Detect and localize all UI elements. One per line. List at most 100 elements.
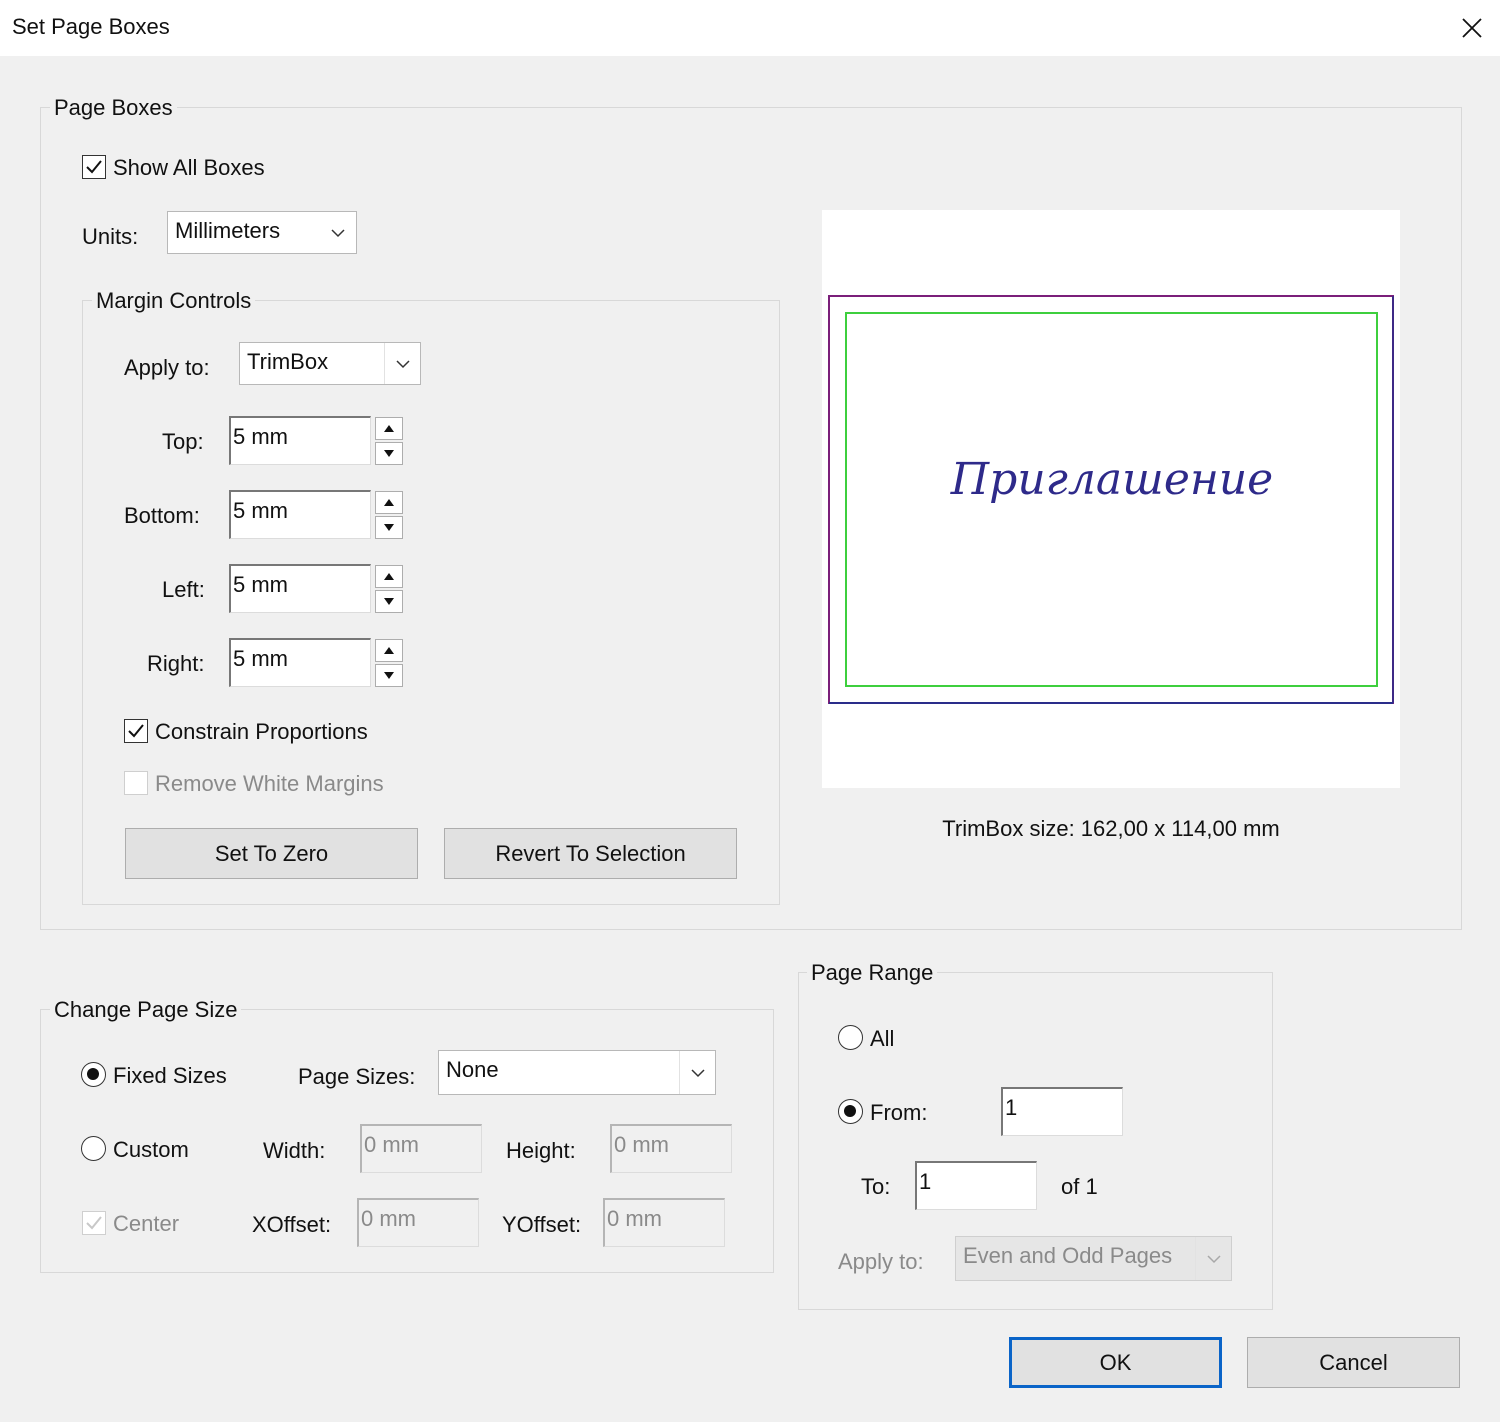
chevron-down-icon [690,1068,705,1077]
bottom-increment-button[interactable] [375,491,403,514]
xoffset-label: XOffset: [252,1212,332,1237]
to-value: 1 [919,1169,932,1194]
window-title: Set Page Boxes [12,14,170,39]
change-page-size-group-label: Change Page Size [50,997,242,1023]
top-increment-button[interactable] [375,417,403,440]
right-label: Right: [147,651,205,676]
chevron-down-icon [395,359,410,368]
left-decrement-button[interactable] [375,590,403,613]
constrain-proportions-checkbox[interactable] [124,719,148,743]
arrow-up-icon [384,499,394,506]
right-decrement-button[interactable] [375,664,403,687]
title-bar: Set Page Boxes [0,0,1500,56]
arrow-up-icon [384,425,394,432]
apply-to-value: TrimBox [247,349,329,374]
page-count-text: of 1 [1061,1174,1098,1199]
custom-radio[interactable] [81,1136,106,1161]
top-decrement-button[interactable] [375,442,403,465]
page-preview: Приглашение [822,210,1400,788]
custom-label[interactable]: Custom [113,1137,189,1163]
preview-page-text: Приглашение [950,454,1274,505]
from-input[interactable]: 1 [1001,1087,1123,1136]
arrow-up-icon [384,647,394,654]
close-button[interactable] [1444,0,1500,56]
arrow-down-icon [384,598,394,605]
page-range-group-label: Page Range [807,960,938,986]
fixed-sizes-radio[interactable] [81,1062,106,1087]
set-to-zero-button[interactable]: Set To Zero [125,828,418,879]
width-input: 0 mm [360,1124,482,1173]
height-value: 0 mm [614,1132,669,1157]
bottom-value: 5 mm [233,498,288,523]
fixed-sizes-label[interactable]: Fixed Sizes [113,1063,227,1089]
close-icon [1462,18,1482,38]
margin-controls-group-label: Margin Controls [92,288,256,314]
arrow-down-icon [384,524,394,531]
units-select[interactable]: Millimeters [167,211,357,254]
remove-white-margins-checkbox [124,771,148,795]
all-pages-label[interactable]: All [870,1026,894,1052]
checkmark-icon [86,1216,102,1230]
checkmark-icon [128,724,144,738]
from-label[interactable]: From: [870,1100,927,1126]
apply-to-select[interactable]: TrimBox [239,342,421,385]
ok-button[interactable]: OK [1009,1337,1222,1388]
height-input: 0 mm [610,1124,732,1173]
arrow-down-icon [384,672,394,679]
right-increment-button[interactable] [375,639,403,662]
from-value: 1 [1005,1095,1018,1120]
units-value: Millimeters [175,218,281,243]
show-all-boxes-label[interactable]: Show All Boxes [113,155,265,181]
top-input[interactable]: 5 mm [229,416,371,465]
trimbox-size-text: TrimBox size: 162,00 x 114,00 mm [942,816,1280,841]
from-radio[interactable] [838,1099,863,1124]
range-apply-to-select: Even and Odd Pages [955,1236,1232,1281]
chevron-down-icon [1206,1254,1221,1263]
bottom-stepper[interactable] [375,491,403,539]
arrow-up-icon [384,573,394,580]
cancel-button[interactable]: Cancel [1247,1337,1460,1388]
range-apply-to-value: Even and Odd Pages [963,1243,1173,1268]
page-boxes-group-label: Page Boxes [50,95,177,121]
range-apply-to-label: Apply to: [838,1249,924,1274]
xoffset-value: 0 mm [361,1206,416,1231]
left-value: 5 mm [233,572,288,597]
width-value: 0 mm [364,1132,419,1157]
constrain-proportions-label[interactable]: Constrain Proportions [155,719,368,745]
to-label: To: [861,1174,891,1199]
right-input[interactable]: 5 mm [229,638,371,687]
bottom-label: Bottom: [124,503,200,528]
yoffset-input: 0 mm [603,1198,725,1247]
page-sizes-label: Page Sizes: [298,1064,416,1089]
left-input[interactable]: 5 mm [229,564,371,613]
arrow-down-icon [384,450,394,457]
show-all-boxes-checkbox[interactable] [82,155,106,179]
remove-white-margins-label: Remove White Margins [155,771,384,796]
height-label: Height: [506,1138,576,1163]
bottom-decrement-button[interactable] [375,516,403,539]
top-label: Top: [162,429,204,454]
center-checkbox [82,1211,106,1235]
checkmark-icon [86,160,102,174]
units-label: Units: [82,224,139,249]
to-input[interactable]: 1 [915,1161,1037,1210]
right-value: 5 mm [233,646,288,671]
top-stepper[interactable] [375,417,403,465]
page-sizes-value: None [446,1057,499,1082]
left-increment-button[interactable] [375,565,403,588]
center-label: Center [113,1211,180,1236]
page-sizes-select[interactable]: None [438,1050,716,1095]
left-label: Left: [162,577,205,602]
all-pages-radio[interactable] [838,1025,863,1050]
bottom-input[interactable]: 5 mm [229,490,371,539]
width-label: Width: [263,1138,326,1163]
left-stepper[interactable] [375,565,403,613]
right-stepper[interactable] [375,639,403,687]
revert-to-selection-button[interactable]: Revert To Selection [444,828,737,879]
yoffset-value: 0 mm [607,1206,662,1231]
chevron-down-icon [331,228,345,237]
top-value: 5 mm [233,424,288,449]
apply-to-label: Apply to: [124,355,210,380]
yoffset-label: YOffset: [502,1212,582,1237]
xoffset-input: 0 mm [357,1198,479,1247]
